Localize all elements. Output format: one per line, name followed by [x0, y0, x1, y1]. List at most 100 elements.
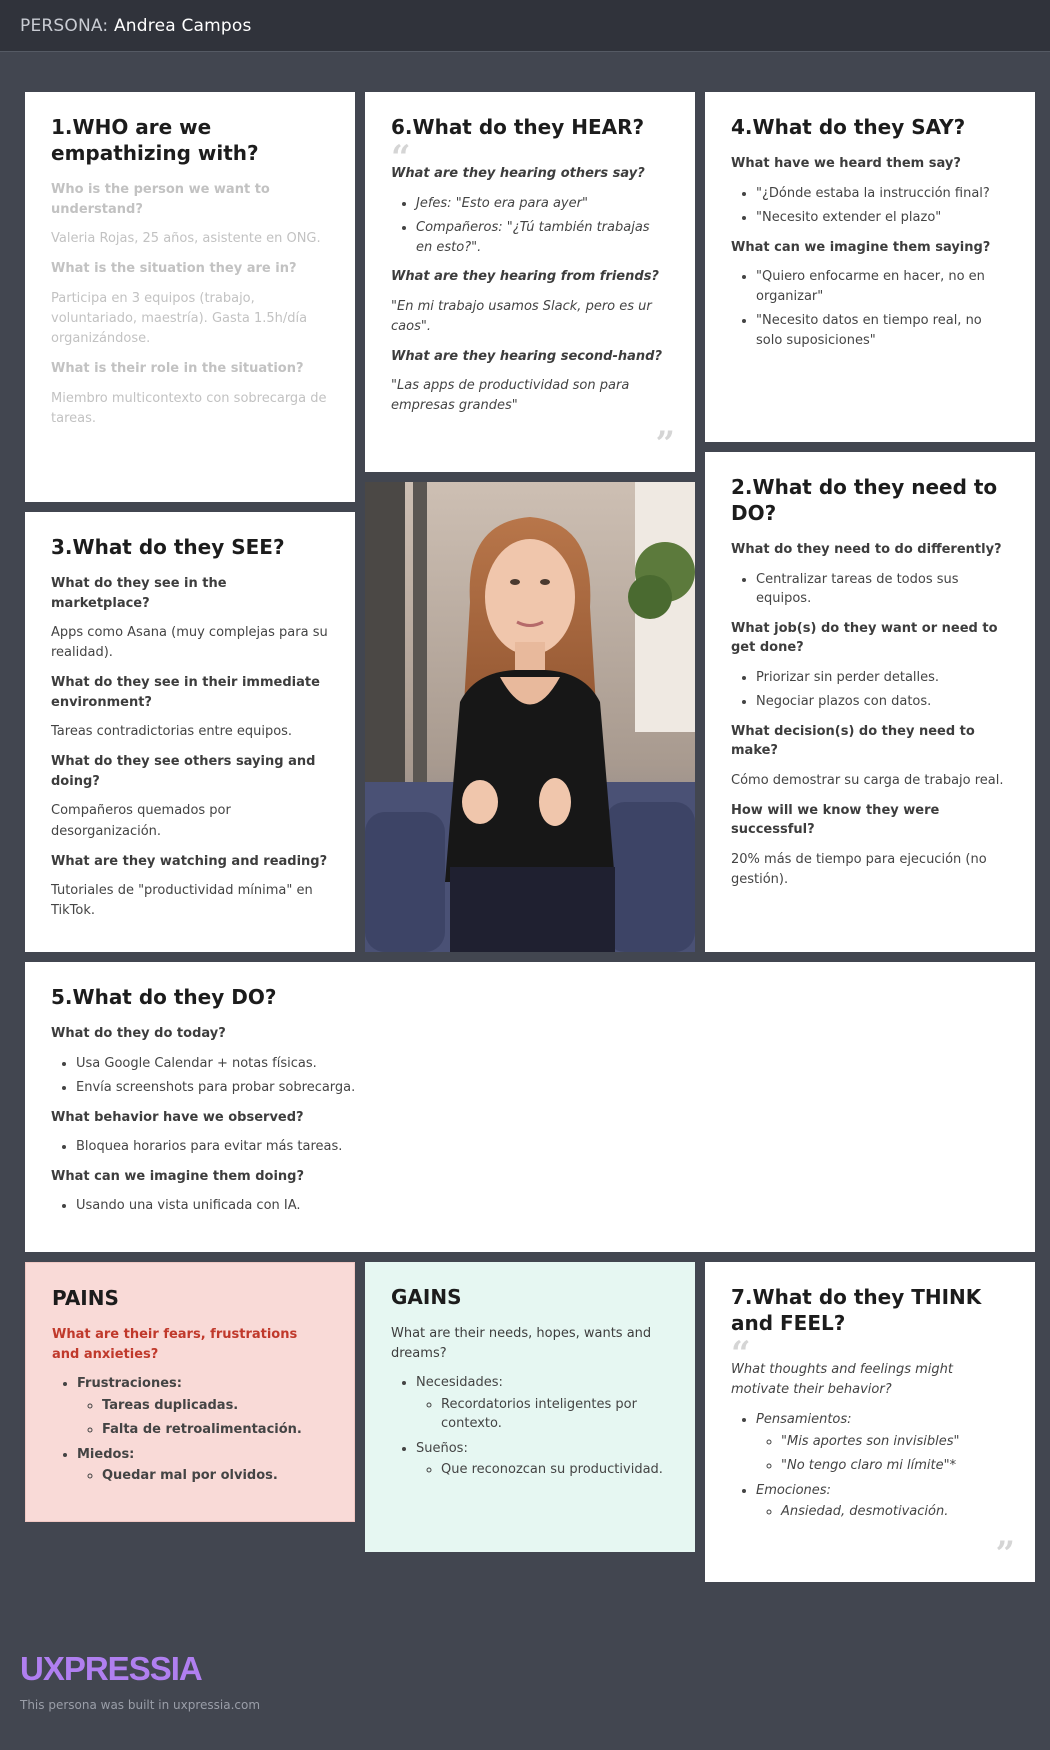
list: Pensamientos: "Mis aportes son invisible… — [756, 1410, 1009, 1522]
list: "¿Dónde estaba la instrucción final? "Ne… — [756, 184, 1009, 228]
answer: Participa en 3 equipos (trabajo, volunta… — [51, 290, 308, 346]
question: What are they hearing from friends? — [391, 269, 659, 284]
group-label: Emociones: — [756, 1482, 831, 1498]
uxpressia-logo[interactable]: UXPRESSIA — [20, 1650, 203, 1688]
list: Frustraciones: Tareas duplicadas. Falta … — [77, 1374, 328, 1486]
answer: Tutoriales de "productividad mínima" en … — [51, 883, 313, 919]
question: What can we imagine them doing? — [51, 1168, 305, 1184]
card-title: PAINS — [52, 1286, 119, 1310]
close-quote-icon: ” — [995, 1534, 1015, 1574]
card-see[interactable]: 3.What do they SEE? What do they see in … — [25, 512, 355, 952]
list: Bloquea horarios para evitar más tareas. — [76, 1137, 1009, 1157]
question: What are their fears, frustrations and a… — [52, 1327, 298, 1362]
sub-list: Recordatorios inteligentes por contexto. — [441, 1395, 669, 1434]
sub-list-item: Que reconozcan su productividad. — [441, 1460, 669, 1480]
persona-photo — [365, 482, 695, 952]
card-title: 7.What do they THINK and FEEL? — [731, 1285, 982, 1335]
answer: Apps como Asana (muy complejas para su r… — [51, 625, 328, 661]
question: What do they see others saying and doing… — [51, 754, 316, 789]
persona-photo-image — [365, 482, 695, 952]
question: What decision(s) do they need to make? — [731, 723, 975, 759]
question: What are they hearing others say? — [391, 166, 645, 181]
question: What do they need to do differently? — [731, 542, 1002, 557]
sub-list-item: Ansiedad, desmotivación. — [781, 1502, 1009, 1522]
list-item: Jefes: "Esto era para ayer" — [416, 194, 669, 214]
card-title: 3.What do they SEE? — [51, 535, 285, 559]
card-title: 4.What do they SAY? — [731, 115, 966, 139]
question: What do they see in their immediate envi… — [51, 675, 320, 710]
card-title: 2.What do they need to DO? — [731, 475, 998, 525]
answer: 20% más de tiempo para ejecución (no ges… — [731, 851, 987, 887]
card-think-feel[interactable]: 7.What do they THINK and FEEL? “ What th… — [705, 1262, 1035, 1582]
sub-list: Que reconozcan su productividad. — [441, 1460, 669, 1480]
persona-prefix: PERSONA: — [20, 16, 109, 36]
list-item: Usando una vista unificada con IA. — [76, 1196, 1009, 1216]
question: What are they watching and reading? — [51, 853, 328, 869]
sub-list-item: Recordatorios inteligentes por contexto. — [441, 1395, 669, 1434]
list-item: Negociar plazos con datos. — [756, 692, 1009, 712]
answer: Tareas contradictorias entre equipos. — [51, 724, 293, 740]
card-hear[interactable]: 6.What do they HEAR? “ What are they hea… — [365, 92, 695, 472]
sub-list-item: "Mis aportes son invisibles" — [781, 1432, 1009, 1452]
question: What is the situation they are in? — [51, 261, 297, 277]
answer: "En mi trabajo usamos Slack, pero es ur … — [391, 298, 652, 334]
card-title: 5.What do they DO? — [51, 985, 277, 1009]
list-item: Bloquea horarios para evitar más tareas. — [76, 1137, 1009, 1157]
card-say[interactable]: 4.What do they SAY? What have we heard t… — [705, 92, 1035, 442]
card-gains[interactable]: GAINS What are their needs, hopes, wants… — [365, 1262, 695, 1552]
card-who[interactable]: 1.WHO are we empathizing with? Who is th… — [25, 92, 355, 502]
footer-text: This persona was built in uxpressia.com — [20, 1698, 261, 1712]
list-item: "Necesito datos en tiempo real, no solo … — [756, 311, 1009, 350]
card-pains[interactable]: PAINS What are their fears, frustrations… — [25, 1262, 355, 1522]
open-quote-icon: “ — [731, 1334, 751, 1374]
card-title: 6.What do they HEAR? — [391, 115, 645, 139]
card-do[interactable]: 5.What do they DO? What do they do today… — [25, 962, 1035, 1252]
question: What do they see in the marketplace? — [51, 576, 227, 611]
answer: Valeria Rojas, 25 años, asistente en ONG… — [51, 231, 321, 246]
list: Usando una vista unificada con IA. — [76, 1196, 1009, 1216]
question: What thoughts and feelings might motivat… — [731, 1362, 953, 1398]
question: What job(s) do they want or need to get … — [731, 620, 998, 656]
list-item: Compañeros: "¿Tú también trabajas en est… — [416, 218, 669, 257]
list-item: Pensamientos: "Mis aportes son invisible… — [756, 1410, 1009, 1476]
question: What is their role in the situation? — [51, 361, 304, 377]
sub-list: Tareas duplicadas. Falta de retroaliment… — [102, 1396, 328, 1440]
list: Necesidades: Recordatorios inteligentes … — [416, 1373, 669, 1480]
list-item: Miedos: Quedar mal por olvidos. — [77, 1445, 328, 1486]
list: Priorizar sin perder detalles. Negociar … — [756, 668, 1009, 712]
list-item: Usa Google Calendar + notas físicas. — [76, 1054, 1009, 1074]
group-label: Pensamientos: — [756, 1412, 852, 1428]
group-label: Sueños: — [416, 1440, 468, 1456]
list-item: "¿Dónde estaba la instrucción final? — [756, 184, 1009, 204]
sub-list-item: Tareas duplicadas. — [102, 1396, 328, 1416]
card-need-to-do[interactable]: 2.What do they need to DO? What do they … — [705, 452, 1035, 952]
list-item: Priorizar sin perder detalles. — [756, 668, 1009, 688]
answer: Compañeros quemados por desorganización. — [51, 803, 231, 839]
list-item: Emociones: Ansiedad, desmotivación. — [756, 1481, 1009, 1522]
list-item: Sueños: Que reconozcan su productividad. — [416, 1439, 669, 1480]
list: "Quiero enfocarme en hacer, no en organi… — [756, 267, 1009, 350]
sub-list: Quedar mal por olvidos. — [102, 1466, 328, 1486]
sub-list-item: Quedar mal por olvidos. — [102, 1466, 328, 1486]
answer: Miembro multicontexto con sobrecarga de … — [51, 390, 327, 426]
close-quote-icon: ” — [655, 424, 675, 464]
sub-list: "Mis aportes son invisibles" "No tengo c… — [781, 1432, 1009, 1476]
top-bar: PERSONA: Andrea Campos — [0, 0, 1050, 52]
list-item: Envía screenshots para probar sobrecarga… — [76, 1078, 1009, 1098]
answer: Cómo demostrar su carga de trabajo real. — [731, 772, 1004, 788]
sub-list: Ansiedad, desmotivación. — [781, 1502, 1009, 1522]
persona-name[interactable]: Andrea Campos — [114, 16, 252, 36]
list-item: Necesidades: Recordatorios inteligentes … — [416, 1373, 669, 1434]
answer: "Las apps de productividad son para empr… — [391, 378, 630, 414]
list: Jefes: "Esto era para ayer" Compañeros: … — [416, 194, 669, 258]
question: Who is the person we want to understand? — [51, 182, 270, 217]
card-title: GAINS — [391, 1285, 462, 1309]
question: What are their needs, hopes, wants and d… — [391, 1326, 652, 1361]
list-item: Frustraciones: Tareas duplicadas. Falta … — [77, 1374, 328, 1440]
question: What are they hearing second-hand? — [391, 348, 662, 364]
list-item: "Quiero enfocarme en hacer, no en organi… — [756, 267, 1009, 306]
question: What do they do today? — [51, 1026, 226, 1041]
sub-list-item: Falta de retroalimentación. — [102, 1420, 328, 1440]
group-label: Necesidades: — [416, 1375, 503, 1390]
question: What have we heard them say? — [731, 156, 961, 171]
